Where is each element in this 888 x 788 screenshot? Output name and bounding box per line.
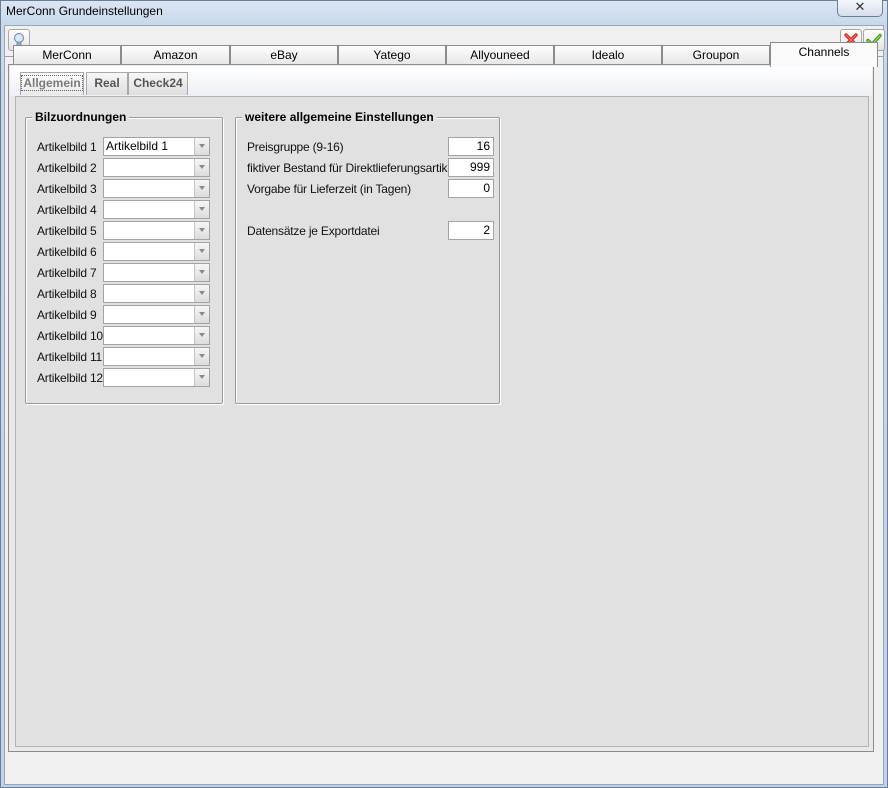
artikelbild-label: Artikelbild 9: [37, 308, 97, 322]
tab-allyouneed[interactable]: Allyouneed: [446, 45, 554, 65]
chevron-down-icon[interactable]: [194, 327, 209, 344]
tab-channels[interactable]: Channels: [770, 42, 878, 67]
tab-idealo[interactable]: Idealo: [554, 45, 662, 65]
artikelbild-label: Artikelbild 4: [37, 203, 97, 217]
artikelbild-label: Artikelbild 12: [37, 371, 103, 385]
chevron-down-icon[interactable]: [194, 159, 209, 176]
subtab-real[interactable]: Real: [86, 72, 128, 95]
chevron-down-icon[interactable]: [194, 222, 209, 239]
main-tab-strip: MerConn Amazon eBay Yatego Allyouneed Id…: [8, 42, 878, 67]
artikelbild-label: Artikelbild 1: [37, 140, 97, 154]
tab-amazon[interactable]: Amazon: [121, 45, 230, 65]
artikelbild-label: Artikelbild 6: [37, 245, 97, 259]
chevron-down-icon[interactable]: [194, 306, 209, 323]
artikelbild-10-combo[interactable]: [103, 326, 210, 345]
tab-yatego[interactable]: Yatego: [338, 45, 446, 65]
chevron-down-icon[interactable]: [194, 138, 209, 155]
bildzuordnungen-group: Bilzuordnungen Artikelbild 1 Artikelbild…: [25, 110, 223, 404]
tab-ebay[interactable]: eBay: [230, 45, 338, 65]
chevron-down-icon[interactable]: [194, 285, 209, 302]
title-bar[interactable]: MerConn Grundeinstellungen ✕: [1, 0, 887, 23]
artikelbild-11-combo[interactable]: [103, 347, 210, 366]
chevron-down-icon[interactable]: [194, 264, 209, 281]
artikelbild-label: Artikelbild 11: [37, 350, 103, 364]
artikelbild-1-combo[interactable]: Artikelbild 1: [103, 137, 210, 156]
artikelbild-5-combo[interactable]: [103, 221, 210, 240]
tab-groupon[interactable]: Groupon: [662, 45, 770, 65]
datensaetze-label: Datensätze je Exportdatei: [247, 224, 380, 238]
chevron-down-icon[interactable]: [194, 180, 209, 197]
subtab-strip: Allgemein Real Check24: [10, 66, 872, 96]
app-window: MerConn Grundeinstellungen ✕ MerConn Ama…: [0, 0, 888, 788]
fiktiver-bestand-input[interactable]: 999: [448, 158, 494, 177]
tab-merconn[interactable]: MerConn: [13, 45, 121, 65]
chevron-down-icon[interactable]: [194, 201, 209, 218]
bildzuordnungen-title: Bilzuordnungen: [32, 110, 130, 124]
artikelbild-label: Artikelbild 7: [37, 266, 97, 280]
subtab-check24[interactable]: Check24: [128, 72, 188, 95]
artikelbild-12-combo[interactable]: [103, 368, 210, 387]
datensaetze-input[interactable]: 2: [448, 221, 494, 240]
artikelbild-label: Artikelbild 8: [37, 287, 97, 301]
artikelbild-7-combo[interactable]: [103, 263, 210, 282]
artikelbild-label: Artikelbild 3: [37, 182, 97, 196]
artikelbild-4-combo[interactable]: [103, 200, 210, 219]
chevron-down-icon[interactable]: [194, 369, 209, 386]
fiktiver-bestand-label: fiktiver Bestand für Direktlieferungsart…: [247, 161, 457, 175]
artikelbild-2-combo[interactable]: [103, 158, 210, 177]
artikelbild-label: Artikelbild 2: [37, 161, 97, 175]
lieferzeit-input[interactable]: 0: [448, 179, 494, 198]
artikelbild-label: Artikelbild 10: [37, 329, 103, 343]
window-title: MerConn Grundeinstellungen: [6, 4, 163, 18]
preisgruppe-input[interactable]: 16: [448, 137, 494, 156]
lieferzeit-label: Vorgabe für Lieferzeit (in Tagen): [247, 182, 411, 196]
artikelbild-6-combo[interactable]: [103, 242, 210, 261]
subtab-allgemein[interactable]: Allgemein: [20, 72, 84, 95]
artikelbild-9-combo[interactable]: [103, 305, 210, 324]
weitere-einstellungen-title: weitere allgemeine Einstellungen: [242, 110, 437, 124]
artikelbild-3-combo[interactable]: [103, 179, 210, 198]
subtab-allgemein-label: Allgemein: [21, 75, 83, 91]
chevron-down-icon[interactable]: [194, 243, 209, 260]
allgemein-panel: Bilzuordnungen Artikelbild 1 Artikelbild…: [15, 96, 869, 747]
weitere-einstellungen-group: weitere allgemeine Einstellungen Preisgr…: [235, 110, 500, 404]
artikelbild-label: Artikelbild 5: [37, 224, 97, 238]
channels-tab-panel: Allgemein Real Check24 Bilzuordnungen Ar…: [8, 64, 874, 752]
chevron-down-icon[interactable]: [194, 348, 209, 365]
combo-value: Artikelbild 1: [106, 139, 169, 153]
artikelbild-8-combo[interactable]: [103, 284, 210, 303]
preisgruppe-label: Preisgruppe (9-16): [247, 140, 344, 154]
window-close-button[interactable]: ✕: [837, 0, 883, 17]
